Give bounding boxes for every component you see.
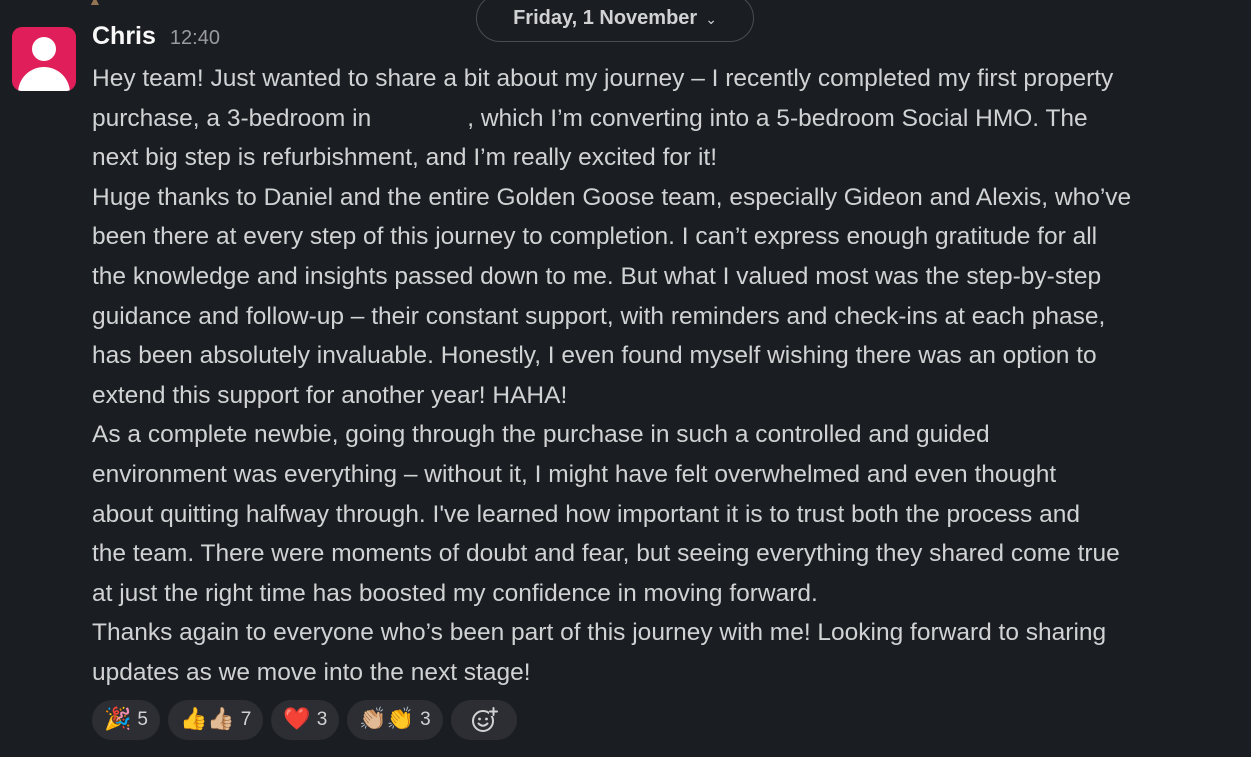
reaction-count: 3 bbox=[420, 709, 431, 730]
avatar-body-shape bbox=[18, 67, 70, 91]
reaction-count: 5 bbox=[137, 709, 148, 730]
message-body: Hey team! Just wanted to share a bit abo… bbox=[92, 59, 1232, 693]
reaction-count: 3 bbox=[316, 709, 328, 730]
thumbs-up-icon: 👍👍🏼 bbox=[179, 707, 235, 732]
date-divider-label: Friday, 1 November bbox=[513, 6, 698, 29]
reaction-party-popper[interactable]: 🎉 5 bbox=[92, 700, 160, 740]
add-reaction-button[interactable] bbox=[450, 700, 517, 740]
message-text: purchase, a 3-bedroom in bbox=[92, 104, 372, 132]
message-text: , which I’m converting into a 5-bedroom … bbox=[467, 104, 1088, 132]
message-header: Chris 12:40 bbox=[92, 22, 220, 51]
message-line: environment was everything – without it,… bbox=[92, 460, 1057, 488]
reaction-bar: 🎉 5 👍👍🏼 7 ❤️ 3 👏🏼👏 3 bbox=[92, 700, 517, 740]
reaction-clapping-hands[interactable]: 👏🏼👏 3 bbox=[347, 700, 443, 740]
message-line: been there at every step of this journey… bbox=[92, 223, 1098, 251]
reaction-thumbs-up[interactable]: 👍👍🏼 7 bbox=[167, 700, 264, 740]
message-line: at just the right time has boosted my co… bbox=[92, 579, 818, 607]
chevron-down-icon: ⌄ bbox=[705, 10, 717, 27]
message-line: extend this support for another year! HA… bbox=[92, 381, 568, 409]
previous-message-reaction-stub: ▲ bbox=[88, 0, 102, 8]
clapping-hands-icon: 👏🏼👏 bbox=[359, 707, 415, 732]
reaction-count: 7 bbox=[240, 709, 252, 730]
message-line: Thanks again to everyone who’s been part… bbox=[92, 619, 1107, 647]
message-line: has been absolutely invaluable. Honestly… bbox=[92, 342, 1097, 370]
message-line: purchase, a 3-bedroom in , which I’m conv… bbox=[92, 99, 1232, 139]
date-divider-button[interactable]: Friday, 1 November ⌄ bbox=[476, 0, 754, 42]
message-line: updates as we move into the next stage! bbox=[92, 658, 531, 686]
message-line: next big step is refurbishment, and I’m … bbox=[92, 144, 718, 172]
sender-name[interactable]: Chris bbox=[92, 22, 156, 51]
message-timestamp[interactable]: 12:40 bbox=[170, 27, 220, 50]
avatar-head-shape bbox=[32, 37, 56, 61]
red-heart-icon: ❤️ bbox=[283, 707, 311, 732]
message-line: Hey team! Just wanted to share a bit abo… bbox=[92, 65, 1114, 92]
party-popper-icon: 🎉 bbox=[104, 707, 132, 732]
message-line: guidance and follow-up – their constant … bbox=[92, 302, 1106, 330]
add-reaction-icon bbox=[471, 707, 498, 732]
message-line: As a complete newbie, going through the … bbox=[92, 421, 990, 449]
message-line: the team. There were moments of doubt an… bbox=[92, 540, 1120, 568]
message-line: the knowledge and insights passed down t… bbox=[92, 262, 1102, 290]
reaction-red-heart[interactable]: ❤️ 3 bbox=[271, 700, 340, 740]
avatar[interactable] bbox=[12, 27, 76, 91]
message-line: Huge thanks to Daniel and the entire Gol… bbox=[92, 183, 1132, 211]
message-line: about quitting halfway through. I've lea… bbox=[92, 500, 1080, 528]
